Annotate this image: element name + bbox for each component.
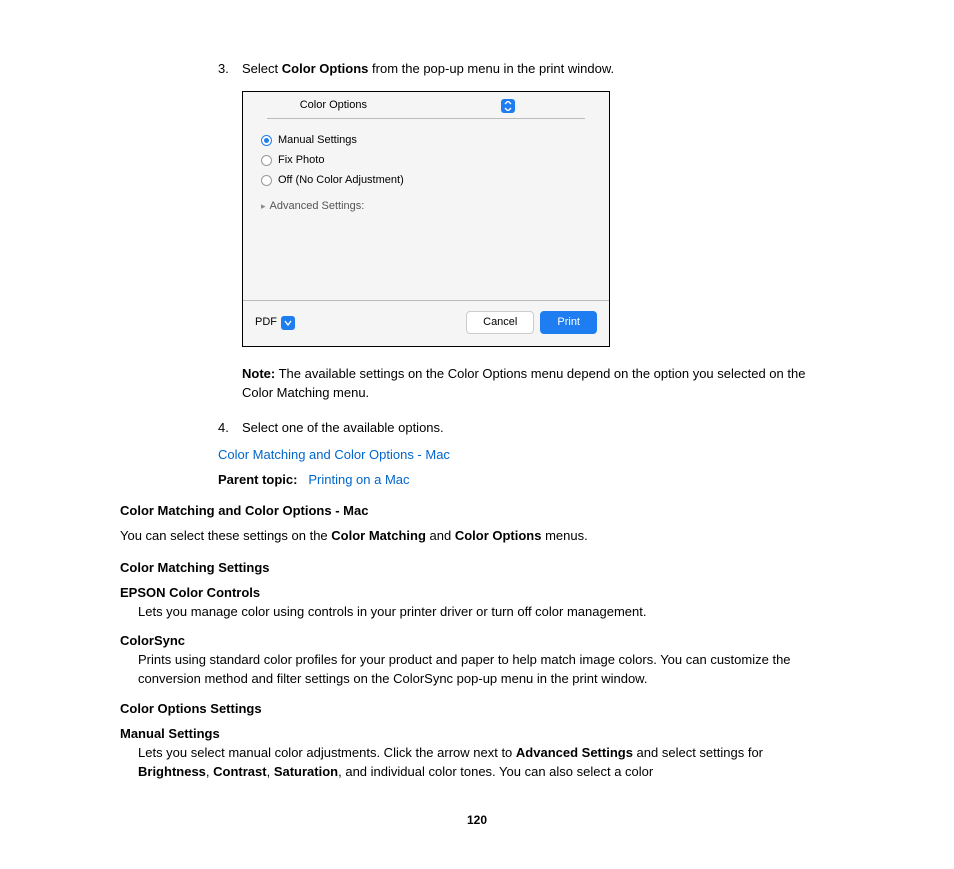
step-4: 4. Select one of the available options. (218, 419, 834, 438)
radio-selected-icon (261, 135, 272, 146)
bold-term: Color Options (282, 61, 369, 76)
popup-menu-arrows-icon (501, 99, 515, 113)
print-button: Print (540, 311, 597, 335)
text: , (267, 764, 274, 779)
link-parent-topic[interactable]: Printing on a Mac (308, 472, 409, 487)
bold-term: Color Matching (331, 528, 426, 543)
bold-term: Color Options (455, 528, 542, 543)
text: Lets you select manual color adjustments… (138, 745, 516, 760)
text: You can select these settings on the (120, 528, 331, 543)
cancel-button: Cancel (466, 311, 534, 335)
term-colorsync: ColorSync (120, 632, 834, 651)
desc-manual-settings: Lets you select manual color adjustments… (138, 744, 834, 782)
text: menus. (541, 528, 587, 543)
bold-term: Saturation (274, 764, 338, 779)
parent-topic-row: Parent topic: Printing on a Mac (218, 471, 834, 490)
subheading-color-options: Color Options Settings (120, 700, 834, 719)
chevron-right-icon: ▸ (261, 200, 266, 213)
parent-topic-label: Parent topic: (218, 472, 297, 487)
note-label: Note: (242, 366, 275, 381)
step-number: 3. (218, 60, 242, 79)
radio-icon (261, 155, 272, 166)
pdf-label: PDF (255, 315, 277, 331)
desc-colorsync: Prints using standard color profiles for… (138, 651, 834, 689)
term-epson-controls: EPSON Color Controls (120, 584, 834, 603)
pdf-menu: PDF (255, 315, 295, 331)
radio-manual-settings: Manual Settings (261, 131, 597, 151)
radio-icon (261, 175, 272, 186)
text: and (426, 528, 455, 543)
term-manual-settings: Manual Settings (120, 725, 834, 744)
page-number: 120 (120, 812, 834, 829)
radio-group: Manual Settings Fix Photo Off (No Color … (243, 129, 609, 193)
intro-text: You can select these settings on the Col… (120, 527, 834, 546)
disclosure-label: Advanced Settings: (270, 199, 365, 215)
dialog-footer: PDF Cancel Print (243, 301, 609, 347)
related-link: Color Matching and Color Options - Mac (218, 446, 834, 465)
bold-term: Advanced Settings (516, 745, 633, 760)
bold-term: Brightness (138, 764, 206, 779)
step-text: Select Color Options from the pop-up men… (242, 60, 834, 79)
radio-fix-photo: Fix Photo (261, 151, 597, 171)
popup-menu-label: Color Options (267, 98, 367, 114)
step-text: Select one of the available options. (242, 419, 834, 438)
radio-label: Manual Settings (278, 133, 357, 149)
subheading-color-matching: Color Matching Settings (120, 559, 834, 578)
desc-epson-controls: Lets you manage color using controls in … (138, 603, 834, 622)
note-text: The available settings on the Color Opti… (242, 366, 805, 400)
bold-term: Contrast (213, 764, 266, 779)
chevron-down-icon (281, 316, 295, 330)
dialog-body-spacer (243, 221, 609, 301)
text: , and individual color tones. You can al… (338, 764, 653, 779)
radio-off: Off (No Color Adjustment) (261, 171, 597, 191)
radio-label: Fix Photo (278, 153, 324, 169)
section-heading: Color Matching and Color Options - Mac (120, 502, 834, 521)
link-color-matching-options[interactable]: Color Matching and Color Options - Mac (218, 447, 450, 462)
step-number: 4. (218, 419, 242, 438)
print-dialog-screenshot: Color Options Manual Settings Fix Photo … (242, 91, 610, 348)
text: and select settings for (633, 745, 763, 760)
note: Note: The available settings on the Colo… (242, 365, 834, 403)
step-3: 3. Select Color Options from the pop-up … (218, 60, 834, 79)
text: , (206, 764, 213, 779)
radio-label: Off (No Color Adjustment) (278, 173, 404, 189)
text: from the pop-up menu in the print window… (368, 61, 614, 76)
advanced-settings-disclosure: ▸ Advanced Settings: (243, 193, 609, 221)
text: Select (242, 61, 282, 76)
